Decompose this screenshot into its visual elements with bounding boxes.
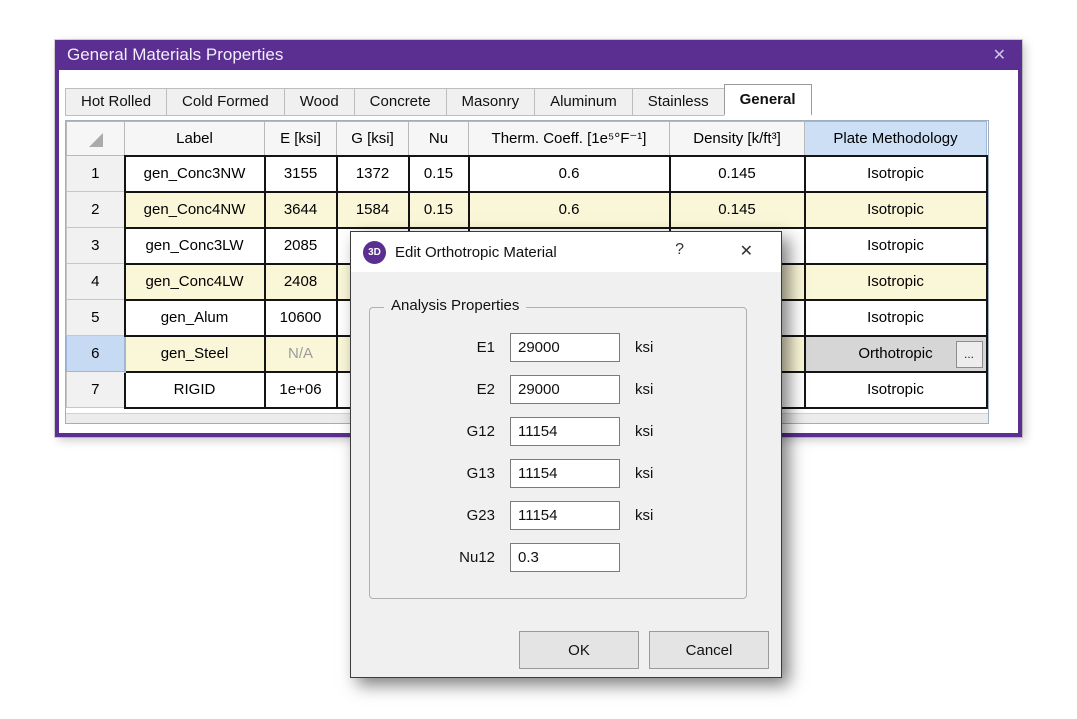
grid-header-row: Label E [ksi] G [ksi] Nu Therm. Coeff. […: [67, 122, 987, 156]
field-row-g23: G23 ksi: [370, 494, 746, 536]
dialog-help-icon[interactable]: ?: [671, 241, 688, 259]
header-label[interactable]: Label: [125, 122, 265, 156]
cell-label[interactable]: gen_Conc4NW: [125, 192, 265, 228]
e2-label: E2: [370, 381, 510, 398]
cell-plate[interactable]: Isotropic: [805, 192, 987, 228]
cell-label[interactable]: RIGID: [125, 372, 265, 408]
dialog-title: Edit Orthotropic Material: [395, 244, 557, 261]
select-all-corner[interactable]: [67, 122, 125, 156]
ok-button[interactable]: OK: [519, 631, 639, 669]
table-row: 1 gen_Conc3NW 3155 1372 0.15 0.6 0.145 I…: [67, 156, 987, 192]
cell-plate[interactable]: Isotropic: [805, 300, 987, 336]
tab-cold-formed[interactable]: Cold Formed: [166, 88, 285, 116]
dialog-body: Analysis Properties E1 ksi E2 ksi G12 ks…: [351, 272, 781, 677]
e1-label: E1: [370, 339, 510, 356]
row-number[interactable]: 1: [67, 156, 125, 192]
cell-e[interactable]: 3644: [265, 192, 337, 228]
analysis-properties-group: Analysis Properties E1 ksi E2 ksi G12 ks…: [369, 307, 747, 599]
field-row-g12: G12 ksi: [370, 410, 746, 452]
table-row: 2 gen_Conc4NW 3644 1584 0.15 0.6 0.145 I…: [67, 192, 987, 228]
header-nu[interactable]: Nu: [409, 122, 469, 156]
g23-label: G23: [370, 507, 510, 524]
row-number[interactable]: 2: [67, 192, 125, 228]
row-number[interactable]: 4: [67, 264, 125, 300]
cell-label[interactable]: gen_Conc3LW: [125, 228, 265, 264]
header-e[interactable]: E [ksi]: [265, 122, 337, 156]
cell-label[interactable]: gen_Conc4LW: [125, 264, 265, 300]
row-number[interactable]: 7: [67, 372, 125, 408]
cell-plate[interactable]: Isotropic: [805, 372, 987, 408]
fields-container: E1 ksi E2 ksi G12 ksi G13 ksi: [370, 326, 746, 578]
header-g[interactable]: G [ksi]: [337, 122, 409, 156]
dialog-buttons: OK Cancel: [519, 631, 769, 669]
edit-orthotropic-ellipsis-button[interactable]: ...: [956, 341, 983, 368]
cancel-button[interactable]: Cancel: [649, 631, 769, 669]
tab-wood[interactable]: Wood: [284, 88, 355, 116]
tab-hot-rolled[interactable]: Hot Rolled: [65, 88, 167, 116]
e1-unit: ksi: [635, 339, 653, 356]
tab-masonry[interactable]: Masonry: [446, 88, 536, 116]
cell-density[interactable]: 0.145: [670, 156, 805, 192]
nu12-label: Nu12: [370, 549, 510, 566]
cell-therm[interactable]: 0.6: [469, 192, 670, 228]
cell-e[interactable]: 10600: [265, 300, 337, 336]
g12-unit: ksi: [635, 423, 653, 440]
app-3d-logo-icon: 3D: [363, 241, 386, 264]
g12-label: G12: [370, 423, 510, 440]
header-plate-methodology[interactable]: Plate Methodology: [805, 122, 987, 156]
dialog-titlebar: 3D Edit Orthotropic Material ? ✕: [351, 232, 781, 272]
tab-general[interactable]: General: [724, 84, 812, 116]
g23-input[interactable]: [510, 501, 620, 530]
cell-g[interactable]: 1372: [337, 156, 409, 192]
g13-unit: ksi: [635, 465, 653, 482]
cell-e[interactable]: 1e+06: [265, 372, 337, 408]
edit-orthotropic-material-dialog: 3D Edit Orthotropic Material ? ✕ Analysi…: [350, 231, 782, 678]
tab-stainless[interactable]: Stainless: [632, 88, 725, 116]
cell-label[interactable]: gen_Alum: [125, 300, 265, 336]
cell-plate[interactable]: Isotropic: [805, 228, 987, 264]
g23-unit: ksi: [635, 507, 653, 524]
window-close-icon[interactable]: ✕: [989, 45, 1010, 65]
row-number[interactable]: 5: [67, 300, 125, 336]
nu12-input[interactable]: [510, 543, 620, 572]
cell-therm[interactable]: 0.6: [469, 156, 670, 192]
window-titlebar: General Materials Properties ✕: [55, 40, 1022, 70]
e1-input[interactable]: [510, 333, 620, 362]
header-density[interactable]: Density [k/ft³]: [670, 122, 805, 156]
tab-aluminum[interactable]: Aluminum: [534, 88, 633, 116]
cell-nu[interactable]: 0.15: [409, 156, 469, 192]
row-number[interactable]: 3: [67, 228, 125, 264]
dialog-close-icon[interactable]: ✕: [736, 241, 757, 261]
group-title: Analysis Properties: [384, 297, 526, 314]
cell-plate[interactable]: Isotropic: [805, 264, 987, 300]
field-row-e1: E1 ksi: [370, 326, 746, 368]
cell-e[interactable]: 2085: [265, 228, 337, 264]
g13-label: G13: [370, 465, 510, 482]
cell-nu[interactable]: 0.15: [409, 192, 469, 228]
cell-label[interactable]: gen_Steel: [125, 336, 265, 372]
field-row-e2: E2 ksi: [370, 368, 746, 410]
e2-input[interactable]: [510, 375, 620, 404]
window-title: General Materials Properties: [67, 45, 989, 65]
cell-g[interactable]: 1584: [337, 192, 409, 228]
tab-concrete[interactable]: Concrete: [354, 88, 447, 116]
cell-label[interactable]: gen_Conc3NW: [125, 156, 265, 192]
e2-unit: ksi: [635, 381, 653, 398]
cell-e[interactable]: 2408: [265, 264, 337, 300]
header-therm[interactable]: Therm. Coeff. [1e⁵°F⁻¹]: [469, 122, 670, 156]
material-tabs: Hot Rolled Cold Formed Wood Concrete Mas…: [65, 84, 811, 116]
field-row-nu12: Nu12: [370, 536, 746, 578]
corner-triangle-icon: [89, 133, 103, 147]
cell-e[interactable]: 3155: [265, 156, 337, 192]
cell-plate[interactable]: Isotropic: [805, 156, 987, 192]
cell-density[interactable]: 0.145: [670, 192, 805, 228]
cell-plate-orthotropic[interactable]: Orthotropic ...: [805, 336, 987, 372]
field-row-g13: G13 ksi: [370, 452, 746, 494]
row-number[interactable]: 6: [67, 336, 125, 372]
g13-input[interactable]: [510, 459, 620, 488]
g12-input[interactable]: [510, 417, 620, 446]
cell-e[interactable]: N/A: [265, 336, 337, 372]
